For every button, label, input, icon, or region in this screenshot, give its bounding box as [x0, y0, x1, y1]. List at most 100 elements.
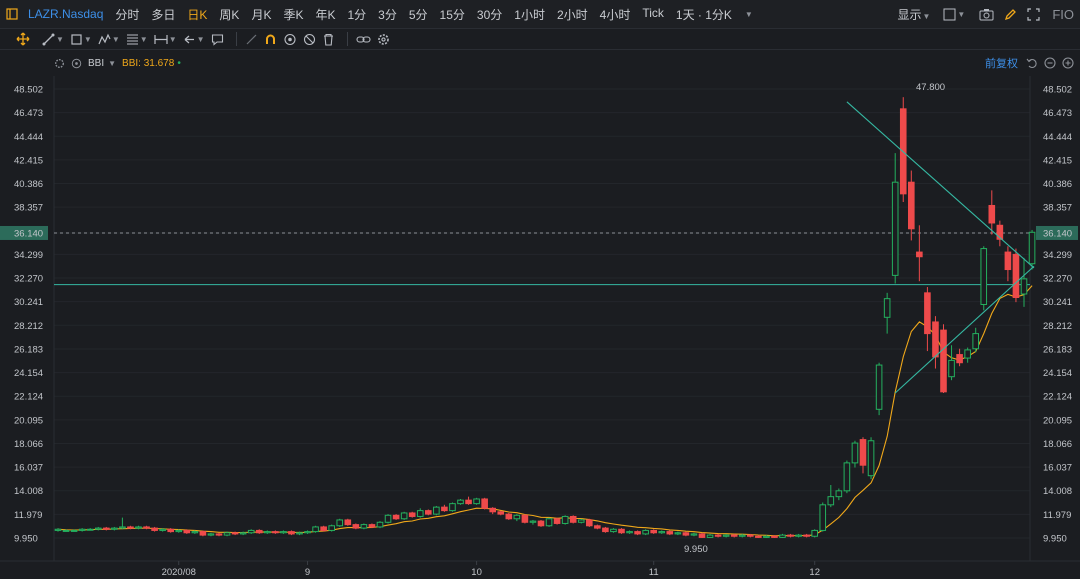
candle-body [360, 524, 368, 529]
eye-icon[interactable] [71, 58, 82, 69]
candle-body [569, 515, 577, 523]
candle [223, 531, 231, 537]
timeframe-tab[interactable]: Tick [642, 6, 664, 23]
indicator-value: BBI: 31.678 [122, 57, 175, 69]
candle-body [473, 498, 480, 505]
candle-body [312, 526, 319, 533]
fullscreen-icon[interactable] [1027, 7, 1040, 21]
candle-body [819, 504, 827, 531]
candle [569, 515, 577, 524]
timeframe-tab[interactable]: 1天 · 1分K [676, 6, 732, 23]
candle-body [408, 512, 416, 517]
candle [408, 511, 416, 518]
timeframe-tab[interactable]: 日K [187, 6, 207, 23]
candle-body [722, 534, 730, 537]
arrow-tool-icon[interactable]: ▼ [183, 33, 205, 46]
time-tick-label: 10 [471, 567, 482, 578]
indicator-name[interactable]: BBI [88, 58, 104, 69]
timeframe-tab[interactable]: 3分 [378, 6, 397, 23]
note-tool-icon[interactable] [211, 33, 224, 46]
candle-body [755, 535, 762, 538]
eye-icon[interactable] [283, 33, 297, 46]
price-tick-label: 30.241 [14, 297, 43, 308]
top-toolbar: LAZR.Nasdaq 分时 多日 日K 周K 月K 季K 年K 1分 3分 5分 15分 30分 1小… [0, 0, 1080, 29]
candle-body [457, 499, 464, 505]
timeframe-tab[interactable]: 月K [251, 6, 271, 23]
adjust-button[interactable]: 前复权 [985, 55, 1018, 71]
measure-tool-icon[interactable]: ▼ [154, 33, 177, 46]
timeframe-tab[interactable]: 多日 [151, 6, 175, 23]
candle-body [634, 531, 641, 535]
timeframe-tab[interactable]: 周K [219, 6, 239, 23]
candle [698, 532, 706, 538]
candle-body [948, 359, 955, 378]
price-tick-label: 34.299 [14, 250, 43, 261]
zoom-in-icon[interactable] [1062, 57, 1074, 69]
candle [400, 511, 408, 520]
ray-tool-icon[interactable] [245, 33, 258, 46]
chevron-down-icon[interactable]: ▼ [745, 10, 753, 19]
candle [1028, 229, 1036, 270]
timeframe-tab[interactable]: 4小时 [600, 6, 631, 23]
pattern-tool-icon[interactable]: ▼ [98, 33, 120, 46]
hide-icon[interactable] [303, 33, 316, 46]
candle [875, 362, 883, 416]
undo-icon[interactable] [1026, 57, 1038, 69]
timeframe-tab[interactable]: 15分 [440, 6, 465, 23]
price-tick-label: 9.950 [1043, 534, 1067, 545]
candle [481, 497, 488, 510]
candle-body [602, 527, 609, 533]
candle [433, 505, 440, 516]
camera-icon[interactable] [979, 8, 994, 21]
timeframe-tab[interactable]: 5分 [409, 6, 428, 23]
price-tick-label: 18.066 [1043, 439, 1072, 450]
link-icon[interactable] [355, 33, 371, 46]
sidebar-toggle-icon[interactable] [6, 8, 18, 20]
fib-tool-icon[interactable]: ▼ [126, 33, 148, 46]
candle-body [795, 534, 802, 537]
magnet-icon[interactable] [264, 33, 277, 46]
candle-body [859, 439, 867, 466]
candle [980, 246, 988, 311]
chevron-down-icon: ▼ [957, 9, 966, 19]
timeframe-tab[interactable]: 2小时 [557, 6, 588, 23]
candle [183, 529, 191, 534]
candle-body [328, 525, 335, 531]
zoom-out-icon[interactable] [1044, 57, 1056, 69]
candlestick-chart[interactable]: 48.502 48.502 46.473 46.473 44.444 44.444 42.4… [0, 76, 1080, 579]
timeframe-tab[interactable]: 分时 [115, 6, 139, 23]
candle-body [344, 519, 352, 526]
candle-body [650, 529, 658, 534]
timeframe-tab[interactable]: 30分 [477, 6, 502, 23]
price-tick-label: 14.008 [1043, 486, 1072, 497]
drawing-toolbar: ▼ ▼ ▼ ▼ ▼ ▼ [0, 29, 1080, 50]
candle-body [86, 528, 94, 531]
price-tick-label: 22.124 [1043, 392, 1072, 403]
chevron-down-icon[interactable]: ▼ [108, 59, 116, 68]
candle-body [875, 364, 883, 410]
toolbar-separator [235, 32, 237, 46]
timeframe-tab[interactable]: 1分 [347, 6, 366, 23]
line-tool-icon[interactable]: ▼ [42, 33, 64, 46]
price-tick-label: 48.502 [1043, 85, 1072, 96]
candle-body [264, 531, 271, 534]
settings-gear-icon[interactable] [54, 58, 65, 69]
candle-body [223, 532, 231, 536]
candle [151, 526, 158, 532]
settings-gear-icon[interactable] [377, 33, 390, 46]
shape-tool-icon[interactable]: ▼ [70, 33, 92, 46]
trash-icon[interactable] [322, 33, 335, 46]
display-menu[interactable]: 显示▼ [897, 6, 930, 23]
candle [521, 514, 529, 524]
layout-icon[interactable]: ▼ [943, 8, 965, 21]
crosshair-move-icon[interactable] [16, 32, 30, 46]
fio-button[interactable]: FIO [1052, 7, 1074, 22]
pencil-icon[interactable] [1004, 8, 1017, 21]
candle-body [143, 526, 150, 529]
timeframe-tab[interactable]: 季K [283, 6, 303, 23]
timeframe-tab[interactable]: 1小时 [514, 6, 545, 23]
chevron-down-icon: ▼ [168, 34, 177, 44]
candle-body [545, 518, 553, 527]
timeframe-tab[interactable]: 年K [315, 6, 335, 23]
symbol-label[interactable]: LAZR.Nasdaq [28, 7, 103, 21]
